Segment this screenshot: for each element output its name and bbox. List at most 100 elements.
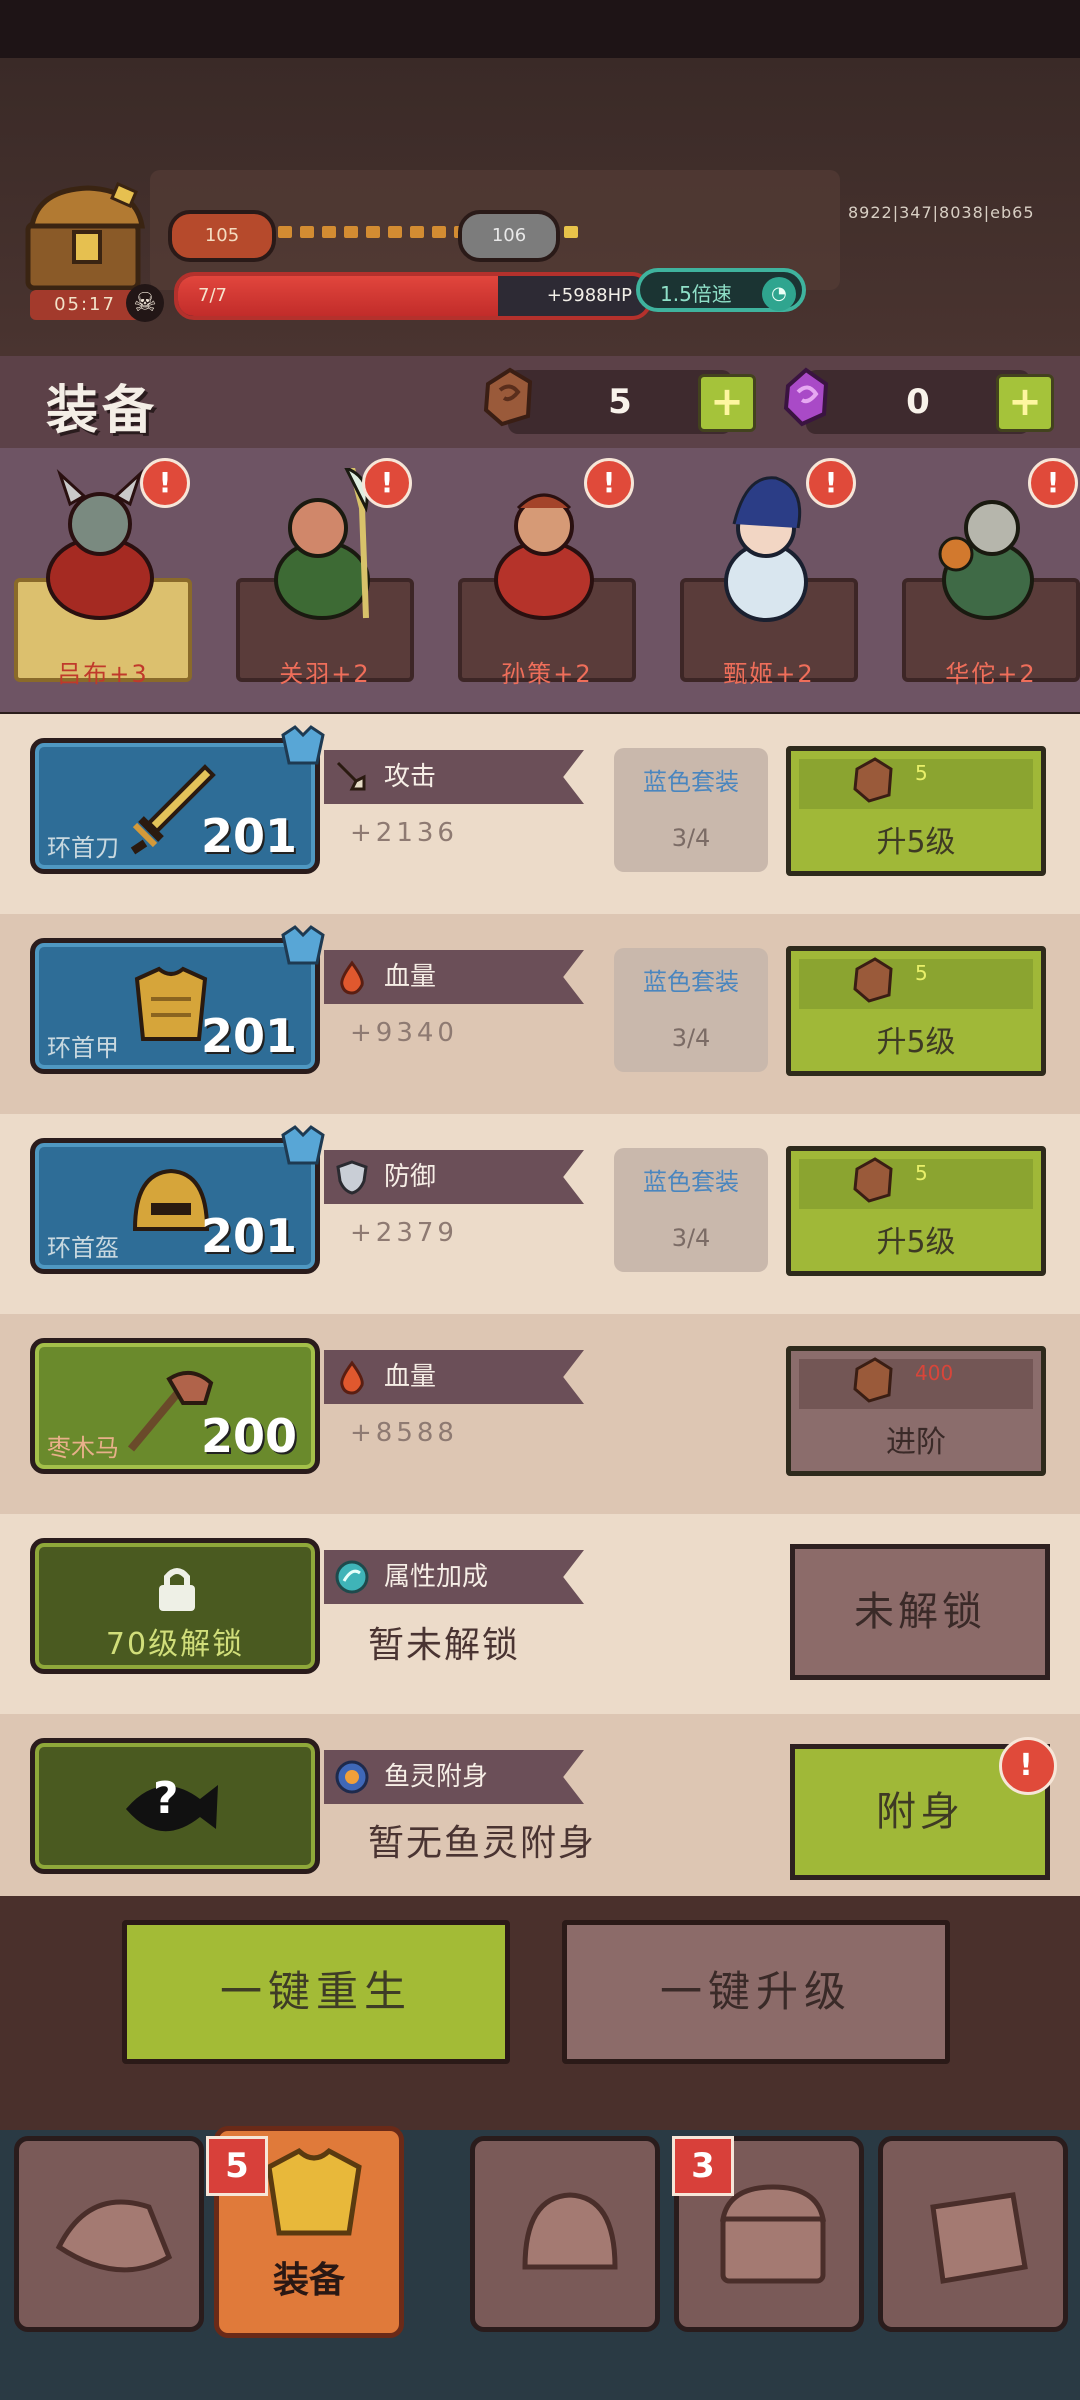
equipment-badge: 5 [206, 2136, 268, 2196]
set-count: 3/4 [671, 1024, 711, 1052]
level-progress-dot [432, 226, 446, 238]
hero-name: 甄姬+2 [723, 660, 815, 688]
item-name: 环首甲 [47, 1034, 119, 1062]
helmet-slot[interactable]: 环首盔 201 [30, 1125, 325, 1274]
next-level-badge: 106 [458, 210, 560, 262]
scroll-icon [930, 2192, 1028, 2284]
fish-spirit-icon [335, 1760, 369, 1794]
set-name: 蓝色套装 [643, 768, 739, 796]
hp-bar: 7/7 +5988HP [174, 272, 652, 320]
stat-label: 攻击 [324, 750, 584, 804]
page-title: 装备 [46, 381, 159, 441]
level-progress-dot [410, 226, 424, 238]
level-progress-dot [300, 226, 314, 238]
current-level-badge: 105 [168, 210, 276, 262]
add-gem-button[interactable]: + [996, 374, 1054, 432]
hero-card-lubu[interactable]: ! 吕布+3 [0, 448, 192, 688]
upgrade-cost: 5 [915, 1161, 928, 1185]
fish-status: 暂无鱼灵附身 [368, 1823, 597, 1864]
upgrade-stone-icon [853, 757, 893, 803]
item-name: 环首刀 [47, 834, 119, 862]
hero-alert-icon: ! [584, 458, 634, 508]
attribute-locked-slot[interactable]: 70级解锁 [30, 1538, 320, 1674]
level-progress-dot [322, 226, 336, 238]
item-level: 201 [200, 1009, 297, 1063]
hero-alert-icon: ! [140, 458, 190, 508]
upgrade-stone-icon [853, 957, 893, 1003]
nav-tab-fish[interactable] [14, 2136, 204, 2332]
item-name: 环首盔 [47, 1234, 119, 1262]
speed-label: 1.5倍速 [660, 282, 732, 306]
upgrade-stone-icon [853, 1157, 893, 1203]
one-click-upgrade-button[interactable]: 一键升级 [562, 1920, 950, 2064]
speedometer-icon: ◔ [762, 277, 796, 311]
item-name: 枣木马 [47, 1434, 119, 1462]
fish-spirit-slot[interactable]: ? [30, 1738, 320, 1874]
hero-name: 华佗+2 [945, 660, 1037, 688]
upgrade-cost: 5 [915, 761, 928, 785]
fish-spirit-row: ? 鱼灵附身 暂无鱼灵附身 附身 ! [0, 1714, 1080, 1896]
add-stone-button[interactable]: + [698, 374, 756, 432]
hero-card-guanyu[interactable]: ! 关羽+2 [222, 448, 414, 688]
hero-alert-icon: ! [1028, 458, 1078, 508]
upgrade-button[interactable]: 5 升5级 [786, 1146, 1046, 1276]
build-id: 8922|347|8038|eb65 [848, 203, 1035, 222]
attack-icon [336, 761, 366, 791]
item-level: 201 [200, 809, 297, 863]
upgrade-button[interactable]: 5 升5级 [786, 946, 1046, 1076]
item-level: 201 [200, 1209, 297, 1263]
advance-cost: 400 [915, 1361, 954, 1385]
nav-tab-skills[interactable] [470, 2136, 660, 2332]
stat-name: 血量 [384, 962, 437, 992]
helmet-crossed-icon [522, 2192, 618, 2270]
level-progress-dot [344, 226, 358, 238]
armor-slot[interactable]: 环首甲 201 [30, 925, 325, 1074]
advance-button[interactable]: 400 进阶 [786, 1346, 1046, 1476]
hero-card-zhenji[interactable]: ! 甄姬+2 [666, 448, 858, 688]
upgrade-cost: 5 [915, 961, 928, 985]
speed-toggle[interactable]: 1.5倍速 ◔ [636, 268, 806, 312]
stat-label: 属性加成 [324, 1550, 584, 1604]
stat-name: 属性加成 [384, 1562, 489, 1592]
set-name: 蓝色套装 [643, 1168, 739, 1196]
mystery-mark: ? [153, 1773, 179, 1824]
nav-tab-label: 装备 [272, 2260, 345, 2301]
attribute-orb-icon [335, 1560, 369, 1594]
hp-value: +5988HP [546, 285, 632, 306]
nav-tab-scroll[interactable] [878, 2136, 1068, 2332]
armor-set-icon [281, 925, 325, 965]
unlock-requirement: 70级解锁 [105, 1627, 245, 1662]
hero-alert-icon: ! [806, 458, 856, 508]
stat-label: 防御 [324, 1150, 584, 1204]
advance-label: 进阶 [886, 1425, 946, 1460]
level-progress-dot [366, 226, 380, 238]
level-progress-dot [388, 226, 402, 238]
set-count: 3/4 [671, 824, 711, 852]
attribute-bonus-row: 70级解锁 属性加成 暂未解锁 未解锁 [0, 1514, 1080, 1714]
hero-card-sunce[interactable]: ! 孙策+2 [444, 448, 636, 688]
hp-count: 7/7 [198, 285, 227, 306]
hero-card-huatuo[interactable]: ! 华佗+2 [888, 448, 1080, 688]
purple-gem-counter: 0 + [783, 367, 1054, 434]
stat-label: 血量 [324, 950, 584, 1004]
stat-value: +9340 [350, 1018, 458, 1048]
armor-set-icon [281, 1125, 325, 1165]
stat-value: +8588 [350, 1418, 458, 1448]
one-click-rebirth-button[interactable]: 一键重生 [122, 1920, 510, 2064]
treasure-badge: 3 [672, 2136, 734, 2196]
set-info: 蓝色套装 3/4 [614, 1148, 768, 1272]
equipment-row-mount: 枣木马 200 血量 +8588 400 进阶 [0, 1314, 1080, 1514]
weapon-slot[interactable]: 环首刀 201 [30, 725, 325, 874]
upgrade-stone-icon [853, 1357, 893, 1403]
mount-slot[interactable]: 枣木马 200 [30, 1338, 320, 1474]
possess-alert-icon: ! [999, 1737, 1057, 1795]
stat-name: 血量 [384, 1362, 437, 1392]
item-level: 200 [200, 1409, 297, 1463]
locked-button[interactable]: 未解锁 [790, 1544, 1050, 1680]
set-count: 3/4 [671, 1224, 711, 1252]
possess-button[interactable]: 附身 ! [790, 1737, 1057, 1880]
hero-alert-icon: ! [362, 458, 412, 508]
upgrade-button[interactable]: 5 升5级 [786, 746, 1046, 876]
equipment-row-armor: 环首甲 201 血量 +9340 蓝色套装 3/4 5 升5级 [0, 914, 1080, 1114]
level-progress-dot [564, 226, 578, 238]
